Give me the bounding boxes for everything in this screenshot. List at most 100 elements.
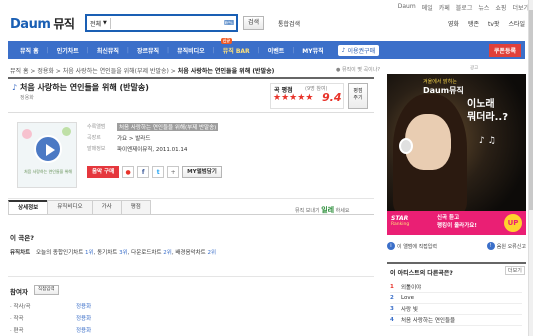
nav-event[interactable]: 이벤트 xyxy=(260,46,293,55)
song-info-table: 수록앨범 처음 사랑하는 연인들을 위해(부제 반말송) 곡장르 가요 > 발라… xyxy=(87,121,219,154)
list-item[interactable]: 1 외톨이야 xyxy=(390,282,522,293)
tab-lyrics[interactable]: 가사 xyxy=(91,200,122,214)
top-link-daum[interactable]: Daum xyxy=(398,3,416,12)
ticket-icon: ♪ xyxy=(341,46,346,54)
daum-music-logo[interactable]: Daum 뮤직 xyxy=(10,15,75,32)
nav-popular-chart[interactable]: 인기차트 xyxy=(49,46,87,55)
daum-share-icon[interactable]: ● xyxy=(122,166,135,178)
song-name: 사랑 빛 xyxy=(401,307,418,313)
buy-music-button[interactable]: 음악 구매 xyxy=(87,166,120,178)
top-link-news[interactable]: 뉴스 xyxy=(478,3,489,12)
new-badge: 신규 xyxy=(220,37,233,44)
credit-person[interactable]: 정용화 xyxy=(76,326,91,334)
facebook-icon[interactable]: f xyxy=(137,166,150,178)
breadcrumb-home[interactable]: 뮤직 홈 xyxy=(10,68,28,75)
top-link-shopping[interactable]: 쇼핑 xyxy=(495,3,506,12)
song-title: 처음 사랑하는 연인들을 위해 (반말송) xyxy=(20,83,149,92)
tab-rating[interactable]: 평점 xyxy=(120,200,151,214)
top-link-more[interactable]: 더보기 xyxy=(512,3,529,12)
rating-score: 9.4 xyxy=(322,91,342,104)
nav-new-music[interactable]: 최신뮤직 xyxy=(89,46,127,55)
scrollbar[interactable] xyxy=(528,0,533,336)
info-row-album: 수록앨범 처음 사랑하는 연인들을 위해(부제 반말송) xyxy=(87,121,219,132)
action-buttons: 음악 구매 ● f t + MY앨범담기 xyxy=(87,166,222,178)
search-scope-select[interactable]: 전체 ▼ xyxy=(87,19,110,28)
tab-music-video[interactable]: 뮤직비디오 xyxy=(47,200,93,214)
search-button[interactable]: 검색 xyxy=(243,16,265,30)
report-error-button[interactable]: ! 음원 오류신고 xyxy=(486,242,526,250)
album-art-decoration xyxy=(62,127,71,136)
top-link-blog[interactable]: 블로그 xyxy=(456,3,473,12)
play-button[interactable] xyxy=(34,135,62,163)
add-icon[interactable]: + xyxy=(167,166,180,178)
search-scope-label: 전체 xyxy=(90,20,102,28)
list-item[interactable]: 4 처음 사랑하는 연인들을 xyxy=(390,315,522,326)
song-name: Love xyxy=(401,295,414,301)
breadcrumb: 뮤직 홈 > 정용화 > 처음 사랑하는 연인들을 위해(부제 반말송) > 처… xyxy=(10,68,275,75)
coupon-register-button[interactable]: 쿠폰등록 xyxy=(488,43,521,57)
service-link-tvpot[interactable]: tv팟 xyxy=(488,19,499,28)
nav-music-home[interactable]: 뮤직 홈 xyxy=(12,46,47,55)
info-album-value[interactable]: 처음 사랑하는 연인들을 위해(부제 반말송) xyxy=(117,122,219,131)
ad-headline: 이노래 뭐더라..? xyxy=(467,98,508,124)
star-icon: ★ xyxy=(273,93,282,103)
service-link-style[interactable]: 스타일 xyxy=(508,19,525,28)
share-link[interactable]: 뮤직 보내기 일레 하세요 xyxy=(295,205,349,215)
about-title: 이 곡은? xyxy=(10,234,34,242)
rank-number: 4 xyxy=(390,317,394,323)
scrollbar-thumb[interactable] xyxy=(529,10,533,210)
breadcrumb-artist[interactable]: 정용화 xyxy=(37,68,54,75)
twitter-icon[interactable]: t xyxy=(152,166,165,178)
credit-role: · 편곡 xyxy=(10,328,24,334)
share-brand: 일레 xyxy=(321,206,335,214)
album-art[interactable]: 처음 사랑하는 연인들을 위해 xyxy=(17,122,77,188)
direct-input-button[interactable]: i이 앨범에 직접입력 xyxy=(387,242,437,250)
divider xyxy=(8,198,374,199)
credit-person[interactable]: 정용화 xyxy=(76,314,91,322)
nav-genre-music[interactable]: 장르뮤직 xyxy=(129,46,167,55)
banner-ad[interactable]: 겨울에서 밝히는 Daum뮤직 이노래 뭐더라..? ♪ ♫ STAR Rank… xyxy=(387,74,526,235)
main-nav: 뮤직 홈 | 인기차트 | 최신뮤직 | 장르뮤직 | 뮤직비디오 | 신규 뮤직 BAR |… xyxy=(8,37,525,59)
credit-row: · 작사/곡 정용화 xyxy=(10,302,91,310)
credit-person[interactable]: 정용화 xyxy=(76,302,91,310)
report-error-label: 음원 오류신고 xyxy=(496,243,526,250)
service-link-tanzone[interactable]: 탱존 xyxy=(468,19,479,28)
chart-rank-3[interactable]: 2위 xyxy=(163,250,172,256)
credits-direct-input-button[interactable]: 직접입력 xyxy=(34,285,59,295)
search-input[interactable] xyxy=(110,16,224,30)
ad-strip-left: STAR xyxy=(391,215,409,222)
service-link-movie[interactable]: 영화 xyxy=(448,19,459,28)
rank-number: 1 xyxy=(390,284,394,290)
chart-rank-4[interactable]: 2위 xyxy=(207,250,216,256)
ad-logo: Daum뮤직 xyxy=(423,86,464,95)
ad-up-badge: UP xyxy=(504,214,522,232)
nav-music-bar[interactable]: 신규 뮤직 BAR xyxy=(215,37,258,55)
nav-ticket-purchase[interactable]: ♪ 이용권구매 xyxy=(337,44,380,56)
chart-text-4: 배경음악차트 xyxy=(175,250,206,256)
rating-stars: ★ ★ ★ ★ ★ xyxy=(273,93,313,103)
rank-number: 2 xyxy=(390,295,394,301)
logo-service: 뮤직 xyxy=(53,17,75,31)
give-rating-button[interactable]: 평점 주기 xyxy=(348,83,368,109)
info-row-release: 발매정보 파이엔제이뮤직, 2011.01.14 xyxy=(87,143,218,154)
where-note[interactable]: ● 뮤직이 몇 곡이나? xyxy=(336,66,380,73)
keyboard-icon[interactable]: ⌨ xyxy=(224,18,234,28)
share-text: 뮤직 보내기 xyxy=(295,208,320,214)
list-item[interactable]: 2 Love xyxy=(390,293,522,304)
chart-rank-2[interactable]: 3위 xyxy=(119,250,128,256)
tab-details[interactable]: 상세정보 xyxy=(8,200,49,214)
nav-music-video[interactable]: 뮤직비디오 xyxy=(169,46,213,55)
song-artist[interactable]: 정용화 xyxy=(20,94,34,101)
chart-rank-1[interactable]: 1위 xyxy=(85,250,94,256)
info-row-genre: 곡장르 가요 > 발라드 xyxy=(87,132,218,143)
top-link-cafe[interactable]: 카페 xyxy=(439,3,450,12)
add-to-my-album-button[interactable]: MY앨범담기 xyxy=(182,166,222,178)
top-links: Daum 메일 카페 블로그 뉴스 쇼핑 더보기 xyxy=(398,3,529,12)
breadcrumb-album[interactable]: 처음 사랑하는 연인들을 위해(부제 반말송) xyxy=(63,68,169,75)
more-button[interactable]: 더보기 xyxy=(505,266,525,275)
list-item[interactable]: 3 사랑 빛 xyxy=(390,304,522,315)
unified-search-link[interactable]: 통합검색 xyxy=(278,19,300,28)
nav-my-music[interactable]: MY뮤직 xyxy=(294,46,331,55)
credit-role: · 작사/곡 xyxy=(10,304,31,310)
top-link-mail[interactable]: 메일 xyxy=(422,3,433,12)
